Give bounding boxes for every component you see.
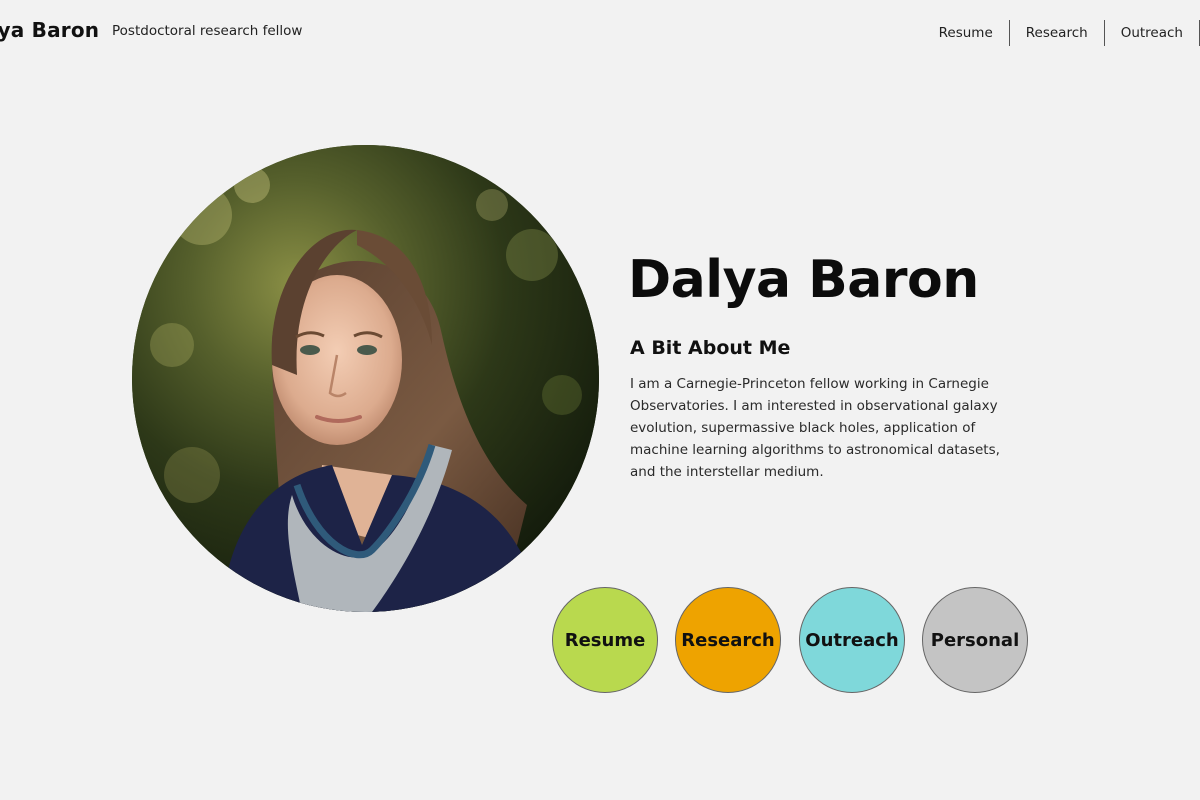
name-heading: Dalya Baron bbox=[628, 250, 979, 310]
outreach-bubble-button[interactable]: Outreach bbox=[799, 587, 905, 693]
about-text: I am a Carnegie-Princeton fellow working… bbox=[630, 376, 1000, 480]
personal-bubble-button[interactable]: Personal bbox=[922, 587, 1028, 693]
portrait-photo bbox=[132, 145, 599, 612]
nav-link-outreach[interactable]: Outreach bbox=[1105, 20, 1200, 46]
top-navigation: Resume Research Outreach bbox=[939, 20, 1200, 46]
site-title[interactable]: Dalya Baron bbox=[0, 18, 99, 42]
nav-link-research[interactable]: Research bbox=[1010, 20, 1105, 46]
research-bubble-button[interactable]: Research bbox=[675, 587, 781, 693]
site-tagline: Postdoctoral research fellow bbox=[112, 23, 303, 39]
about-heading: A Bit About Me bbox=[630, 337, 791, 359]
nav-link-resume[interactable]: Resume bbox=[939, 20, 1010, 46]
resume-bubble-button[interactable]: Resume bbox=[552, 587, 658, 693]
